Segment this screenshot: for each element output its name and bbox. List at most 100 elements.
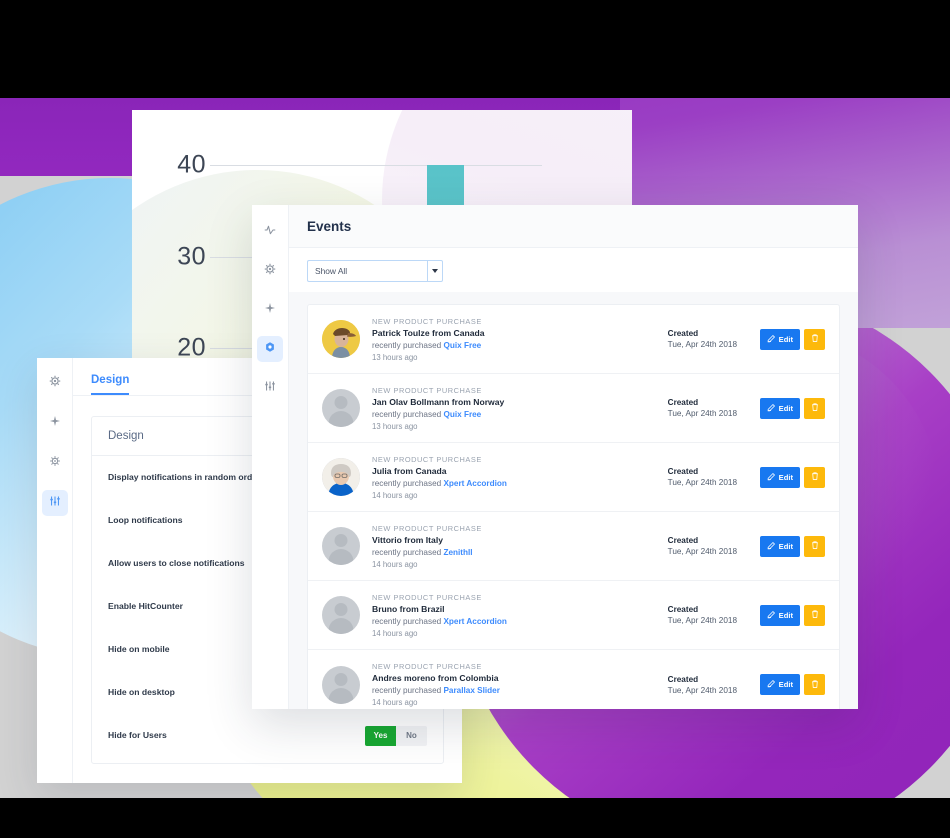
edit-button[interactable]: Edit (759, 328, 800, 350)
event-actions: Edit (759, 535, 825, 557)
delete-button[interactable] (804, 328, 825, 350)
event-purchase-prefix: recently purchased (372, 478, 442, 488)
event-purchase-line: recently purchased Xpert Accordion (372, 479, 668, 488)
events-rail-sliders-icon[interactable] (257, 375, 283, 401)
created-label: Created (667, 536, 699, 545)
edit-button[interactable]: Edit (759, 466, 800, 488)
y-axis-tick-label: 30 (177, 242, 206, 271)
delete-button[interactable] (804, 397, 825, 419)
edit-icon (767, 610, 776, 621)
events-card: Events Show All NEW PRODUCT PURCHASE Patr… (252, 205, 858, 709)
event-kind: NEW PRODUCT PURCHASE (372, 385, 482, 395)
event-purchase-line: recently purchased Quix Free (372, 341, 668, 350)
event-product-link[interactable]: Zenithll (443, 548, 472, 557)
trash-icon (810, 606, 820, 624)
event-product-link[interactable]: Parallax Slider (443, 686, 499, 695)
edit-button[interactable]: Edit (759, 397, 800, 419)
setting-row: Hide for Users Yes No (92, 714, 443, 757)
event-row: NEW PRODUCT PURCHASE Patrick Toulze from … (308, 305, 839, 374)
event-actions: Edit (759, 328, 825, 350)
event-timestamp: 13 hours ago (372, 421, 418, 431)
events-header: Events (289, 205, 858, 248)
event-text-block: NEW PRODUCT PURCHASE Patrick Toulze from … (372, 317, 668, 362)
delete-button[interactable] (804, 535, 825, 557)
design-rail-gear-icon[interactable] (42, 370, 68, 396)
trash-icon (810, 676, 820, 694)
created-date: Tue, Apr 24th 2018 (667, 409, 737, 418)
event-actions: Edit (759, 674, 825, 695)
event-meta: Created Tue, Apr 24th 2018 (668, 398, 760, 418)
flash-icon (49, 414, 61, 432)
setting-toggle[interactable]: YesNo (365, 725, 427, 746)
event-actions: Edit (759, 604, 825, 626)
event-customer: Julia from Canada (372, 465, 447, 476)
edit-button-label: Edit (778, 472, 793, 482)
event-purchase-line: recently purchased Quix Free (372, 410, 668, 419)
design-rail-flash-icon[interactable] (42, 410, 68, 436)
edit-button-label: Edit (778, 334, 793, 344)
events-rail-flash-icon[interactable] (257, 297, 283, 323)
delete-button[interactable] (804, 466, 825, 488)
events-rail-gear-icon[interactable] (257, 258, 283, 284)
event-customer: Patrick Toulze from Canada (372, 327, 485, 338)
show-all-select-toggle[interactable] (427, 260, 443, 282)
toggle-option-yes[interactable]: Yes (365, 725, 396, 746)
letterbox-bottom (0, 798, 950, 838)
sliders-icon (264, 379, 276, 397)
avatar (322, 389, 360, 427)
screenshot-stage: 40302010 Design Design Display notificat… (0, 0, 950, 838)
edit-button[interactable]: Edit (759, 535, 800, 557)
show-all-select[interactable]: Show All (307, 260, 443, 282)
events-panel-body: Events Show All NEW PRODUCT PURCHASE Patr… (289, 205, 858, 709)
created-date: Tue, Apr 24th 2018 (667, 616, 737, 625)
event-row: NEW PRODUCT PURCHASE Julia from Canada rec… (308, 443, 839, 512)
y-axis-tick-label: 40 (177, 150, 206, 179)
event-kind: NEW PRODUCT PURCHASE (372, 454, 482, 464)
event-customer: Vittorio from Italy (372, 534, 443, 545)
toggle-option-no[interactable]: No (396, 725, 427, 746)
event-product-link[interactable]: Quix Free (443, 410, 481, 419)
edit-icon (767, 403, 776, 414)
edit-icon (767, 334, 776, 345)
avatar (322, 596, 360, 634)
events-sidebar-rail (252, 205, 289, 709)
event-product-link[interactable]: Xpert Accordion (443, 479, 506, 488)
event-row: NEW PRODUCT PURCHASE Jan Olav Bollmann fr… (308, 374, 839, 443)
gear-icon (49, 374, 61, 392)
event-meta: Created Tue, Apr 24th 2018 (668, 329, 760, 349)
event-timestamp: 14 hours ago (372, 698, 418, 707)
avatar (322, 665, 360, 704)
created-label: Created (667, 605, 699, 614)
design-rail-cog-icon[interactable] (42, 450, 68, 476)
show-all-select-value[interactable]: Show All (307, 260, 427, 282)
event-kind: NEW PRODUCT PURCHASE (372, 523, 482, 533)
edit-button-label: Edit (778, 541, 793, 551)
trash-icon (810, 330, 820, 348)
edit-button[interactable]: Edit (759, 604, 800, 626)
delete-button[interactable] (804, 604, 825, 626)
tab-design[interactable]: Design (91, 374, 130, 395)
event-kind: NEW PRODUCT PURCHASE (372, 316, 482, 326)
design-rail-sliders-icon[interactable] (41, 490, 68, 516)
flash-icon (264, 301, 276, 319)
event-timestamp: 14 hours ago (372, 559, 418, 569)
avatar (322, 320, 360, 358)
setting-label: Hide for Users (108, 730, 167, 741)
edit-button[interactable]: Edit (759, 674, 800, 695)
event-timestamp: 13 hours ago (372, 352, 418, 362)
event-product-link[interactable]: Quix Free (443, 341, 481, 350)
event-purchase-line: recently purchased Zenithll (372, 548, 668, 557)
event-text-block: NEW PRODUCT PURCHASE Jan Olav Bollmann fr… (372, 386, 668, 431)
edit-icon (767, 679, 776, 690)
event-row: NEW PRODUCT PURCHASE Bruno from Brazil rec… (308, 581, 839, 650)
avatar (322, 527, 360, 565)
events-rail-hexagon-settings-icon[interactable] (257, 336, 283, 362)
hexagon-settings-icon (264, 340, 276, 358)
events-rail-activity-pulse-icon[interactable] (257, 219, 283, 245)
event-purchase-prefix: recently purchased (372, 340, 442, 350)
event-product-link[interactable]: Xpert Accordion (443, 617, 506, 626)
event-timestamp: 14 hours ago (372, 490, 418, 500)
page-title: Events (307, 218, 352, 234)
delete-button[interactable] (804, 674, 825, 695)
event-meta: Created Tue, Apr 24th 2018 (668, 605, 760, 625)
